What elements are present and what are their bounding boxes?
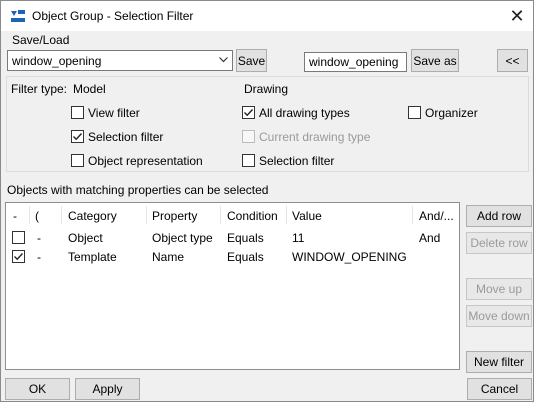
row-condition[interactable]: Equals xyxy=(227,231,264,245)
move-down-button[interactable]: Move down xyxy=(466,305,532,327)
filter-type-label: Filter type: xyxy=(11,82,68,96)
cancel-button[interactable]: Cancel xyxy=(467,378,532,400)
column-header-value[interactable]: Value xyxy=(292,209,322,223)
column-header-andor[interactable]: And/... xyxy=(419,209,454,223)
model-header: Model xyxy=(73,82,106,96)
close-icon: ✕ xyxy=(509,5,525,26)
dialog-window: Object Group - Selection Filter ✕ Save/L… xyxy=(0,0,534,402)
ok-label: OK xyxy=(28,382,47,396)
column-header-property[interactable]: Property xyxy=(152,209,197,223)
current-drawing-type-label: Current drawing type xyxy=(259,130,371,144)
object-representation-label: Object representation xyxy=(88,154,203,168)
move-up-button[interactable]: Move up xyxy=(466,278,532,300)
column-separator xyxy=(146,206,147,224)
row-property[interactable]: Name xyxy=(152,250,184,264)
row-property[interactable]: Object type xyxy=(152,231,213,245)
checkmark-icon xyxy=(73,133,83,141)
row-category[interactable]: Object xyxy=(68,231,103,245)
organizer-checkbox[interactable] xyxy=(408,106,421,119)
rules-caption: Objects with matching properties can be … xyxy=(7,183,269,197)
row-value[interactable]: WINDOW_OPENING xyxy=(292,250,407,264)
column-header-dash[interactable]: - xyxy=(13,209,17,223)
filter-select-value: window_opening xyxy=(12,53,102,68)
save-button-label: Save xyxy=(237,53,266,68)
checkmark-icon xyxy=(14,253,24,261)
new-filter-label: New filter xyxy=(473,355,524,369)
column-separator xyxy=(220,206,221,224)
new-filter-button[interactable]: New filter xyxy=(466,351,532,373)
current-drawing-type-checkbox[interactable] xyxy=(242,130,255,143)
move-up-label: Move up xyxy=(475,282,523,296)
close-button[interactable]: ✕ xyxy=(501,3,533,29)
save-load-label: Save/Load xyxy=(12,33,70,47)
drawing-selection-filter-checkbox[interactable] xyxy=(242,154,255,167)
filter-select[interactable]: window_opening xyxy=(7,50,233,71)
row-paren[interactable]: - xyxy=(37,231,41,245)
column-header-condition[interactable]: Condition xyxy=(227,209,278,223)
column-separator xyxy=(61,206,62,224)
save-as-button-label: Save as xyxy=(413,53,457,68)
view-filter-checkbox[interactable] xyxy=(71,106,84,119)
collapse-button-label: << xyxy=(505,53,520,68)
column-separator xyxy=(412,206,413,224)
drawing-header: Drawing xyxy=(244,82,289,96)
app-icon xyxy=(10,8,26,24)
row-enable-checkbox[interactable] xyxy=(12,250,25,263)
cancel-label: Cancel xyxy=(480,382,519,396)
delete-row-button[interactable]: Delete row xyxy=(466,232,532,254)
apply-label: Apply xyxy=(92,382,123,396)
add-row-label: Add row xyxy=(476,209,522,223)
model-selection-filter-label: Selection filter xyxy=(88,130,164,144)
object-representation-checkbox[interactable] xyxy=(71,154,84,167)
add-row-button[interactable]: Add row xyxy=(466,205,532,227)
checkmark-icon xyxy=(244,109,254,117)
view-filter-label: View filter xyxy=(88,106,140,120)
rules-grid: - ( Category Property Condition Value An… xyxy=(5,202,460,370)
column-header-category[interactable]: Category xyxy=(68,209,117,223)
drawing-selection-filter-label: Selection filter xyxy=(259,154,335,168)
row-category[interactable]: Template xyxy=(68,250,117,264)
save-as-name-value: window_opening xyxy=(309,55,399,69)
organizer-label: Organizer xyxy=(425,106,478,120)
model-selection-filter-checkbox[interactable] xyxy=(71,130,84,143)
save-as-button[interactable]: Save as xyxy=(411,49,459,72)
chevron-down-icon xyxy=(219,55,228,66)
apply-button[interactable]: Apply xyxy=(75,378,140,400)
column-separator xyxy=(29,206,30,224)
column-header-paren[interactable]: ( xyxy=(35,209,39,223)
row-enable-checkbox[interactable] xyxy=(12,231,25,244)
move-down-label: Move down xyxy=(468,309,530,323)
row-condition[interactable]: Equals xyxy=(227,250,264,264)
save-as-name-input[interactable]: window_opening xyxy=(304,52,407,72)
row-andor[interactable]: And xyxy=(419,231,440,245)
title-bar[interactable]: Object Group - Selection Filter ✕ xyxy=(1,1,533,31)
collapse-button[interactable]: << xyxy=(497,49,528,72)
column-separator xyxy=(286,206,287,224)
all-drawing-types-checkbox[interactable] xyxy=(242,106,255,119)
window-title: Object Group - Selection Filter xyxy=(32,9,194,23)
all-drawing-types-label: All drawing types xyxy=(259,106,350,120)
ok-button[interactable]: OK xyxy=(5,378,70,400)
delete-row-label: Delete row xyxy=(470,236,528,250)
row-value[interactable]: 11 xyxy=(292,231,304,245)
row-paren[interactable]: - xyxy=(37,250,41,264)
save-button[interactable]: Save xyxy=(236,49,267,72)
